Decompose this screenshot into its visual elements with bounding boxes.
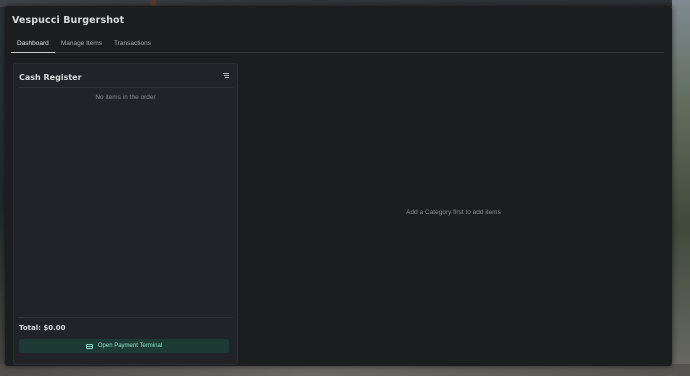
items-panel: Add a Category first to add items (243, 63, 664, 363)
tab-manage-items[interactable]: Manage Items (55, 36, 108, 52)
total-divider (18, 317, 233, 318)
tab-bar: Dashboard Manage Items Transactions (11, 36, 664, 53)
app-title: Vespucci Burgershot (12, 15, 125, 26)
app-window: Vespucci Burgershot Dashboard Manage Ite… (5, 6, 672, 366)
empty-order-message: No items in the order (95, 94, 156, 101)
credit-card-icon (85, 343, 93, 349)
payment-button-label: Open Payment Terminal (97, 343, 163, 349)
order-total: Total: $0.00 (19, 324, 66, 332)
cash-register-title: Cash Register (19, 73, 82, 82)
cash-register-panel: Cash Register No items in the order Tota… (13, 63, 238, 365)
cash-register-divider (18, 87, 233, 88)
background-right-edge (672, 0, 690, 376)
items-empty-message: Add a Category first to add items (406, 209, 501, 216)
tab-dashboard[interactable]: Dashboard (11, 36, 55, 53)
tab-transactions[interactable]: Transactions (108, 36, 157, 52)
game-background: Vespucci Burgershot Dashboard Manage Ite… (0, 0, 690, 376)
list-icon[interactable] (223, 73, 229, 79)
open-payment-terminal-button[interactable]: Open Payment Terminal (19, 339, 229, 353)
